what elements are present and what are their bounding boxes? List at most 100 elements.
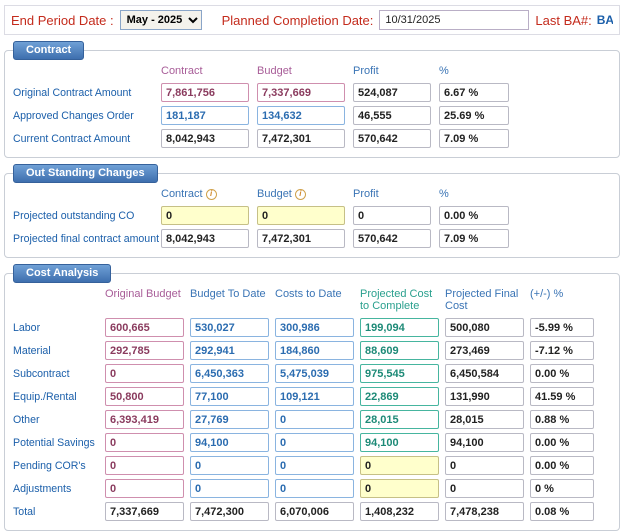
- percent-field[interactable]: [530, 502, 594, 521]
- column-header: %: [439, 188, 509, 202]
- planned-completion-input[interactable]: [379, 10, 529, 30]
- percent-field[interactable]: [530, 341, 594, 360]
- amount-field[interactable]: [353, 229, 431, 248]
- percent-field[interactable]: [530, 387, 594, 406]
- amount-field[interactable]: [275, 341, 354, 360]
- row-label: Equip./Rental: [13, 391, 99, 403]
- cost-analysis-table: Original Budget Budget To Date Costs to …: [13, 288, 611, 521]
- amount-field[interactable]: [353, 83, 431, 102]
- column-header-text: Contract: [161, 188, 203, 200]
- amount-field[interactable]: [190, 502, 269, 521]
- amount-field[interactable]: [360, 479, 439, 498]
- percent-field[interactable]: [439, 106, 509, 125]
- percent-field[interactable]: [439, 83, 509, 102]
- column-header-text: Budget: [257, 188, 292, 200]
- amount-field[interactable]: [257, 106, 345, 125]
- amount-field[interactable]: [105, 433, 184, 452]
- contract-section: Contract Contract Budget Profit % Origin…: [4, 50, 620, 158]
- column-header: Contract: [161, 65, 249, 79]
- percent-field[interactable]: [439, 129, 509, 148]
- amount-field[interactable]: [445, 318, 524, 337]
- amount-field[interactable]: [360, 456, 439, 475]
- percent-field[interactable]: [530, 318, 594, 337]
- row-label: Current Contract Amount: [13, 133, 153, 145]
- percent-field[interactable]: [530, 433, 594, 452]
- column-header: Budget: [257, 65, 345, 79]
- outstanding-table: Contracti Budgeti Profit % Projected out…: [13, 188, 611, 248]
- amount-field[interactable]: [105, 387, 184, 406]
- top-bar: End Period Date : May - 2025 Planned Com…: [4, 5, 620, 35]
- amount-field[interactable]: [190, 433, 269, 452]
- end-period-select[interactable]: May - 2025: [120, 10, 202, 30]
- amount-field[interactable]: [445, 364, 524, 383]
- percent-field[interactable]: [530, 364, 594, 383]
- row-label: Pending COR's: [13, 460, 99, 472]
- amount-field[interactable]: [190, 341, 269, 360]
- amount-field[interactable]: [445, 433, 524, 452]
- percent-field[interactable]: [530, 479, 594, 498]
- amount-field[interactable]: [445, 502, 524, 521]
- amount-field[interactable]: [105, 502, 184, 521]
- column-header: Budgeti: [257, 188, 345, 202]
- amount-field[interactable]: [257, 83, 345, 102]
- amount-field[interactable]: [161, 106, 249, 125]
- row-label: Subcontract: [13, 368, 99, 380]
- row-label: Labor: [13, 322, 99, 334]
- amount-field[interactable]: [190, 456, 269, 475]
- row-label: Projected outstanding CO: [13, 210, 153, 222]
- amount-field[interactable]: [275, 318, 354, 337]
- amount-field[interactable]: [360, 387, 439, 406]
- amount-field[interactable]: [445, 341, 524, 360]
- amount-field[interactable]: [105, 479, 184, 498]
- amount-field[interactable]: [445, 456, 524, 475]
- amount-field[interactable]: [275, 387, 354, 406]
- amount-field[interactable]: [360, 502, 439, 521]
- amount-field[interactable]: [275, 410, 354, 429]
- amount-field[interactable]: [105, 456, 184, 475]
- amount-field[interactable]: [353, 206, 431, 225]
- amount-field[interactable]: [257, 206, 345, 225]
- contract-section-tab: Contract: [13, 41, 84, 60]
- amount-field[interactable]: [360, 318, 439, 337]
- info-icon[interactable]: i: [295, 189, 306, 200]
- amount-field[interactable]: [275, 364, 354, 383]
- info-icon[interactable]: i: [206, 189, 217, 200]
- amount-field[interactable]: [190, 364, 269, 383]
- amount-field[interactable]: [275, 433, 354, 452]
- last-ba-label: Last BA#:: [535, 13, 591, 28]
- column-header: Profit: [353, 188, 431, 202]
- percent-field[interactable]: [439, 229, 509, 248]
- amount-field[interactable]: [360, 410, 439, 429]
- amount-field[interactable]: [360, 364, 439, 383]
- amount-field[interactable]: [445, 410, 524, 429]
- row-label: Potential Savings: [13, 437, 99, 449]
- amount-field[interactable]: [190, 387, 269, 406]
- amount-field[interactable]: [105, 341, 184, 360]
- percent-field[interactable]: [530, 456, 594, 475]
- amount-field[interactable]: [257, 129, 345, 148]
- amount-field[interactable]: [275, 456, 354, 475]
- amount-field[interactable]: [161, 206, 249, 225]
- amount-field[interactable]: [105, 318, 184, 337]
- percent-field[interactable]: [439, 206, 509, 225]
- amount-field[interactable]: [360, 341, 439, 360]
- cost-analysis-section: Cost Analysis Original Budget Budget To …: [4, 273, 620, 531]
- percent-field[interactable]: [530, 410, 594, 429]
- amount-field[interactable]: [161, 129, 249, 148]
- amount-field[interactable]: [257, 229, 345, 248]
- amount-field[interactable]: [353, 129, 431, 148]
- amount-field[interactable]: [445, 479, 524, 498]
- amount-field[interactable]: [105, 364, 184, 383]
- amount-field[interactable]: [161, 229, 249, 248]
- amount-field[interactable]: [161, 83, 249, 102]
- amount-field[interactable]: [190, 479, 269, 498]
- amount-field[interactable]: [353, 106, 431, 125]
- amount-field[interactable]: [275, 479, 354, 498]
- amount-field[interactable]: [190, 410, 269, 429]
- amount-field[interactable]: [360, 433, 439, 452]
- amount-field[interactable]: [105, 410, 184, 429]
- amount-field[interactable]: [190, 318, 269, 337]
- column-header: Contracti: [161, 188, 249, 202]
- amount-field[interactable]: [275, 502, 354, 521]
- amount-field[interactable]: [445, 387, 524, 406]
